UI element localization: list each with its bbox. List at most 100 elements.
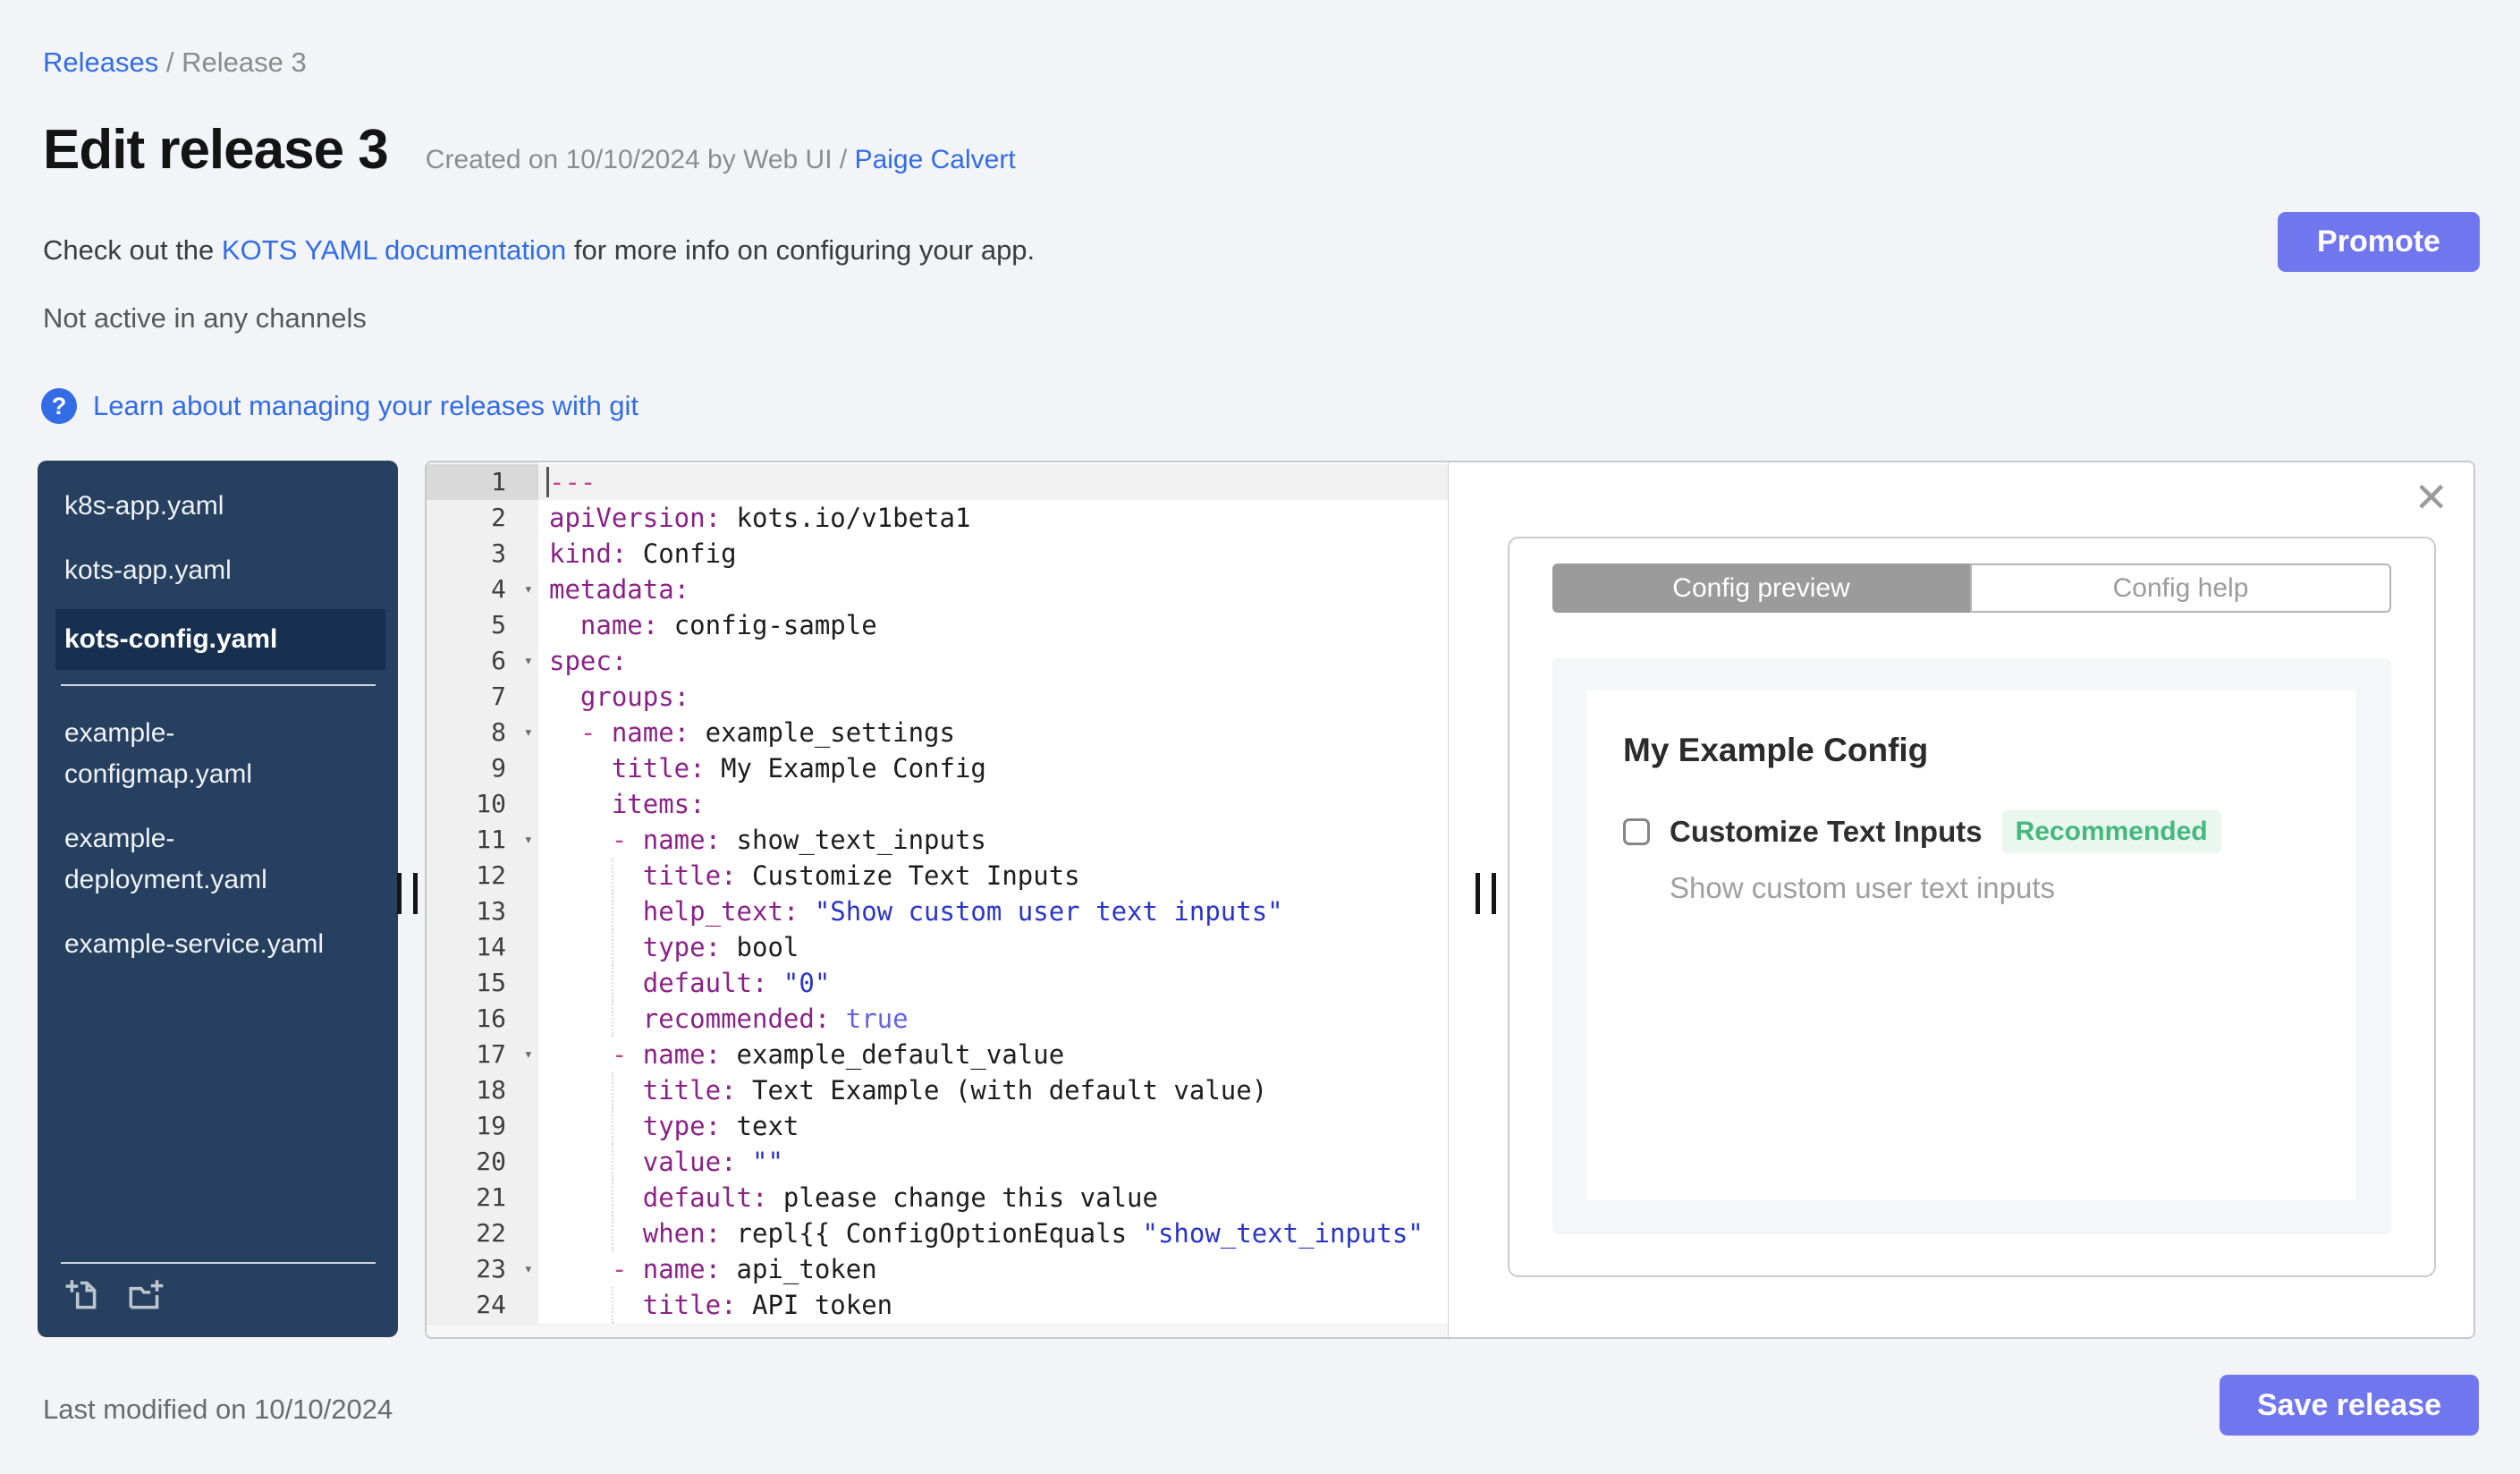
- file-tree-actions: [61, 1260, 376, 1314]
- file-list: k8s-app.yaml kots-app.yaml kots-config.yam…: [55, 486, 385, 988]
- code-line[interactable]: when: repl{{ ConfigOptionEquals "show_te…: [538, 1216, 1448, 1251]
- token-key: value:: [642, 1147, 737, 1177]
- line-number[interactable]: 22: [427, 1216, 538, 1251]
- file-item-kots-config.yaml[interactable]: kots-config.yaml: [55, 609, 385, 670]
- code-line[interactable]: - name: example_settings: [538, 715, 1448, 750]
- line-number[interactable]: 11 ▾: [427, 822, 538, 858]
- kots-yaml-docs-link[interactable]: KOTS YAML documentation: [222, 234, 566, 266]
- git-releases-link[interactable]: Learn about managing your releases with …: [93, 390, 638, 422]
- docs-note: Check out the KOTS YAML documentation fo…: [43, 234, 1035, 267]
- file-item-example-configmap.yaml[interactable]: example-configmap.yaml: [64, 713, 346, 795]
- save-release-button[interactable]: Save release: [2220, 1375, 2479, 1436]
- breadcrumb-releases-link[interactable]: Releases: [43, 47, 158, 78]
- code-line[interactable]: apiVersion: kots.io/v1beta1: [538, 500, 1448, 536]
- line-number[interactable]: 20: [427, 1144, 538, 1180]
- code-line[interactable]: - name: example_default_value: [538, 1037, 1448, 1072]
- line-number[interactable]: 9: [427, 750, 538, 786]
- file-item-example-service.yaml[interactable]: example-service.yaml: [64, 924, 346, 965]
- token-val: show_text_inputs: [721, 825, 986, 855]
- fold-caret-icon[interactable]: ▾: [524, 643, 533, 679]
- file-item-k8s-app.yaml[interactable]: k8s-app.yaml: [64, 486, 346, 527]
- fold-caret-icon[interactable]: ▾: [524, 572, 533, 607]
- code-line[interactable]: value: "": [538, 1144, 1448, 1180]
- line-number[interactable]: 6 ▾: [427, 643, 538, 679]
- customize-text-inputs-checkbox[interactable]: [1623, 818, 1650, 845]
- preview-resize-handle[interactable]: [1476, 873, 1496, 914]
- token-key: name:: [611, 717, 690, 748]
- token-val: [549, 1182, 643, 1213]
- tab-config-help[interactable]: Config help: [1970, 563, 2391, 613]
- yaml-editor[interactable]: 1 2 3 4 ▾ 5 6 ▾ 7 8 ▾ 9 10 11 ▾ 12 13 14 15 16 17 ▾ 18 19 20 21 22…: [427, 462, 1449, 1337]
- fold-caret-icon[interactable]: ▾: [524, 1251, 533, 1287]
- line-number[interactable]: 23 ▾: [427, 1251, 538, 1287]
- line-number[interactable]: 18: [427, 1072, 538, 1108]
- line-number[interactable]: 17 ▾: [427, 1037, 538, 1072]
- indent-guide: [612, 1144, 613, 1180]
- line-number[interactable]: 7: [427, 679, 538, 715]
- line-number[interactable]: 1: [427, 464, 538, 500]
- indent-guide: [612, 858, 613, 894]
- docs-note-before: Check out the: [43, 234, 222, 266]
- line-number[interactable]: 14: [427, 929, 538, 965]
- code-line[interactable]: name: config-sample: [538, 607, 1448, 643]
- code-line[interactable]: title: My Example Config: [538, 750, 1448, 786]
- code-line[interactable]: title: Customize Text Inputs: [538, 858, 1448, 894]
- token-dash: -: [611, 1039, 643, 1070]
- code-line[interactable]: default: "0": [538, 965, 1448, 1001]
- code-line[interactable]: - name: show_text_inputs: [538, 822, 1448, 858]
- code-line[interactable]: spec:: [538, 643, 1448, 679]
- new-file-icon[interactable]: [64, 1276, 102, 1314]
- editor-gutter: 1 2 3 4 ▾ 5 6 ▾ 7 8 ▾ 9 10 11 ▾ 12 13 14 15 16 17 ▾ 18 19 20 21 22…: [427, 462, 538, 1337]
- indent-guide: [612, 1001, 613, 1037]
- promote-button[interactable]: Promote: [2278, 212, 2480, 272]
- line-number[interactable]: 4 ▾: [427, 572, 538, 607]
- editor-horizontal-scrollbar[interactable]: [427, 1324, 1448, 1337]
- code-line[interactable]: kind: Config: [538, 536, 1448, 572]
- edit-release-page: Releases / Release 3 Edit release 3 Crea…: [0, 0, 2520, 1474]
- fold-caret-icon[interactable]: ▾: [524, 715, 533, 750]
- new-folder-icon[interactable]: [125, 1276, 166, 1314]
- line-number[interactable]: 13: [427, 894, 538, 929]
- file-item-kots-app.yaml[interactable]: kots-app.yaml: [64, 550, 346, 591]
- line-number[interactable]: 2: [427, 500, 538, 536]
- code-line[interactable]: groups:: [538, 679, 1448, 715]
- token-val: text: [721, 1111, 799, 1141]
- line-number[interactable]: 16: [427, 1001, 538, 1037]
- fold-caret-icon[interactable]: ▾: [524, 822, 533, 858]
- code-line[interactable]: type: text: [538, 1108, 1448, 1144]
- token-val: [549, 1111, 643, 1141]
- line-number[interactable]: 24: [427, 1287, 538, 1323]
- line-number[interactable]: 15: [427, 965, 538, 1001]
- code-line[interactable]: type: bool: [538, 929, 1448, 965]
- line-number[interactable]: 10: [427, 786, 538, 822]
- token-key: help_text:: [642, 896, 799, 927]
- code-line[interactable]: title: Text Example (with default value): [538, 1072, 1448, 1108]
- file-tree-divider: [61, 684, 376, 686]
- line-number[interactable]: 5: [427, 607, 538, 643]
- close-icon[interactable]: ✕: [2414, 477, 2448, 518]
- line-number[interactable]: 8 ▾: [427, 715, 538, 750]
- code-line[interactable]: ---: [538, 464, 1448, 500]
- code-line[interactable]: items:: [538, 786, 1448, 822]
- line-number[interactable]: 19: [427, 1108, 538, 1144]
- tab-config-preview[interactable]: Config preview: [1552, 563, 1970, 613]
- file-item-example-deployment.yaml[interactable]: example-deployment.yaml: [64, 818, 346, 901]
- code-line[interactable]: - name: api_token: [538, 1251, 1448, 1287]
- line-number[interactable]: 21: [427, 1180, 538, 1216]
- code-line[interactable]: help_text: "Show custom user text inputs…: [538, 894, 1448, 929]
- token-key: name:: [642, 825, 722, 855]
- fold-caret-icon[interactable]: ▾: [524, 1037, 533, 1072]
- code-line[interactable]: recommended: true: [538, 1001, 1448, 1037]
- git-help-row: ? Learn about managing your releases wit…: [41, 388, 638, 424]
- config-preview-pane: ✕ Config preview Config help My Example C…: [1449, 462, 2473, 1337]
- code-line[interactable]: title: API token: [538, 1287, 1448, 1323]
- token-val: [549, 1147, 643, 1177]
- line-number[interactable]: 3: [427, 536, 538, 572]
- token-val: api_token: [721, 1254, 877, 1284]
- code-line[interactable]: metadata:: [538, 572, 1448, 607]
- author-link[interactable]: Paige Calvert: [855, 145, 1016, 174]
- code-line[interactable]: default: please change this value: [538, 1180, 1448, 1216]
- editor-code-area[interactable]: --- apiVersion: kots.io/v1beta1 kind: Conf…: [538, 462, 1448, 1337]
- sidebar-resize-handle[interactable]: [397, 873, 418, 914]
- line-number[interactable]: 12: [427, 858, 538, 894]
